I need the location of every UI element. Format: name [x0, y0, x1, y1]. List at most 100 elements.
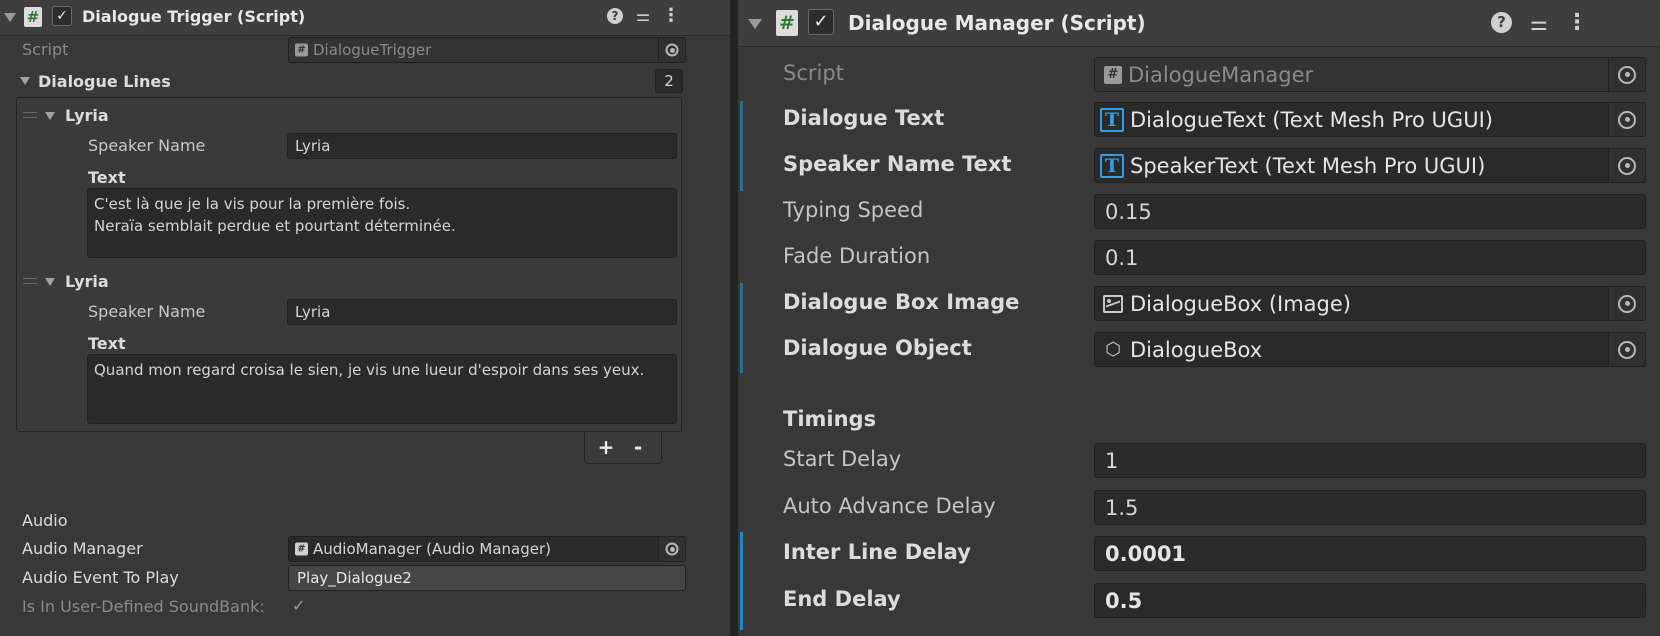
help-icon[interactable]: ? — [1491, 12, 1512, 33]
element-title: Lyria — [65, 272, 109, 291]
script-field[interactable]: # DialogueTrigger — [288, 37, 686, 63]
script-icon: # — [24, 7, 42, 27]
presets-icon[interactable]: ⚌ — [1528, 10, 1550, 36]
soundbank-checkbox[interactable]: ✓ — [292, 596, 305, 615]
speaker-name-text-value: SpeakerText (Text Mesh Pro UGUI) — [1130, 153, 1486, 178]
presets-icon[interactable]: ⚌ — [634, 6, 652, 26]
foldout-arrow-icon[interactable] — [4, 13, 16, 22]
list-add-remove-bar: + - — [584, 432, 662, 464]
cube-icon: ⬡ — [1105, 338, 1121, 360]
audio-manager-field[interactable]: # AudioManager (Audio Manager) — [288, 536, 686, 562]
object-picker-icon[interactable] — [1608, 58, 1645, 91]
dialogue-text-value: DialogueText (Text Mesh Pro UGUI) — [1130, 107, 1493, 132]
dialogue-lines-list: Lyria Speaker Name Lyria Text C'est là q… — [16, 97, 682, 432]
object-picker-icon[interactable] — [1608, 149, 1645, 182]
panel-divider[interactable] — [730, 0, 738, 636]
typing-speed-input[interactable]: 0.15 — [1094, 194, 1646, 229]
speaker-name-value: Lyria — [295, 303, 331, 321]
dialogue-object-value: DialogueBox — [1130, 337, 1263, 362]
context-menu-icon[interactable]: ⋮ — [1566, 10, 1588, 36]
end-delay-input[interactable]: 0.5 — [1094, 583, 1646, 618]
start-delay-label: Start Delay — [783, 447, 902, 471]
object-picker-icon[interactable] — [658, 537, 685, 561]
script-value: DialogueTrigger — [313, 41, 432, 59]
speaker-name-text-label: Speaker Name Text — [783, 152, 1012, 176]
component-header[interactable]: # ✓ Dialogue Manager (Script) ? ⚌ ⋮ — [738, 0, 1660, 47]
component-enabled-checkbox[interactable]: ✓ — [52, 6, 72, 26]
dialogue-lines-count[interactable]: 2 — [655, 69, 683, 93]
speaker-name-label: Speaker Name — [88, 302, 206, 321]
dialogue-text-area[interactable]: C'est là que je la vis pour la première … — [87, 188, 677, 258]
script-label: Script — [783, 61, 844, 85]
soundbank-label: Is In User-Defined SoundBank: — [22, 597, 265, 616]
fade-duration-value: 0.1 — [1105, 245, 1139, 270]
script-field[interactable]: # DialogueManager — [1094, 57, 1646, 92]
auto-advance-delay-input[interactable]: 1.5 — [1094, 490, 1646, 525]
element-foldout-icon[interactable] — [45, 112, 55, 120]
text-mesh-pro-icon: T — [1100, 107, 1124, 132]
dialogue-trigger-component: # ✓ Dialogue Trigger (Script) ? ⚌ ⋮ Scri… — [0, 0, 730, 636]
inter-line-delay-value: 0.0001 — [1105, 541, 1187, 566]
dialogue-object-label: Dialogue Object — [783, 336, 972, 360]
dialogue-lines-foldout-icon[interactable] — [20, 77, 30, 85]
drag-handle-icon[interactable] — [23, 278, 37, 284]
inter-line-delay-input[interactable]: 0.0001 — [1094, 536, 1646, 571]
dialogue-text-area[interactable]: Quand mon regard croisa le sien, je vis … — [87, 354, 677, 424]
dialogue-lines-label: Dialogue Lines — [38, 72, 171, 91]
text-label: Text — [88, 334, 126, 353]
end-delay-label: End Delay — [783, 587, 901, 611]
component-enabled-checkbox[interactable]: ✓ — [808, 9, 834, 35]
dialogue-object-field[interactable]: ⬡ DialogueBox — [1094, 332, 1646, 367]
add-element-button[interactable]: + — [594, 436, 618, 458]
element-title: Lyria — [65, 106, 109, 125]
auto-advance-delay-value: 1.5 — [1105, 495, 1139, 520]
help-icon[interactable]: ? — [607, 8, 623, 24]
object-picker-icon[interactable] — [1608, 333, 1645, 366]
audio-manager-value: AudioManager (Audio Manager) — [313, 540, 552, 558]
speaker-name-label: Speaker Name — [88, 136, 206, 155]
dialogue-manager-component: # ✓ Dialogue Manager (Script) ? ⚌ ⋮ Scri… — [738, 0, 1660, 636]
speaker-name-input[interactable]: Lyria — [287, 299, 677, 325]
start-delay-input[interactable]: 1 — [1094, 443, 1646, 478]
audio-event-label: Audio Event To Play — [22, 568, 179, 587]
audio-event-field[interactable]: Play_Dialogue2 — [288, 565, 686, 591]
speaker-name-input[interactable]: Lyria — [287, 133, 677, 159]
text-label: Text — [88, 168, 126, 187]
dialogue-box-image-label: Dialogue Box Image — [783, 290, 1020, 314]
script-label: Script — [22, 40, 69, 59]
image-icon — [1103, 294, 1123, 313]
override-marker — [740, 532, 743, 630]
component-title: Dialogue Trigger (Script) — [82, 7, 306, 26]
inter-line-delay-label: Inter Line Delay — [783, 540, 971, 564]
drag-handle-icon[interactable] — [23, 112, 37, 118]
override-marker — [740, 101, 743, 191]
component-title: Dialogue Manager (Script) — [848, 11, 1146, 35]
speaker-name-text-field[interactable]: T SpeakerText (Text Mesh Pro UGUI) — [1094, 148, 1646, 183]
script-small-icon: # — [1104, 65, 1122, 84]
dialogue-box-image-field[interactable]: DialogueBox (Image) — [1094, 286, 1646, 321]
element-foldout-icon[interactable] — [45, 278, 55, 286]
auto-advance-delay-label: Auto Advance Delay — [783, 494, 996, 518]
fade-duration-label: Fade Duration — [783, 244, 931, 268]
text-mesh-pro-icon: T — [1100, 153, 1124, 178]
speaker-name-value: Lyria — [295, 137, 331, 155]
object-picker-icon[interactable] — [1608, 287, 1645, 320]
audio-event-value: Play_Dialogue2 — [297, 569, 412, 587]
audio-manager-label: Audio Manager — [22, 539, 143, 558]
dialogue-box-image-value: DialogueBox (Image) — [1130, 291, 1351, 316]
object-picker-icon[interactable] — [1608, 103, 1645, 136]
dialogue-text-label: Dialogue Text — [783, 106, 945, 130]
script-small-icon: # — [295, 542, 308, 556]
override-marker — [740, 283, 743, 373]
context-menu-icon[interactable]: ⋮ — [662, 6, 680, 26]
component-header[interactable]: # ✓ Dialogue Trigger (Script) ? ⚌ ⋮ — [0, 0, 730, 36]
end-delay-value: 0.5 — [1105, 588, 1143, 613]
foldout-arrow-icon[interactable] — [748, 19, 762, 29]
script-small-icon: # — [295, 43, 308, 57]
dialogue-text-field[interactable]: T DialogueText (Text Mesh Pro UGUI) — [1094, 102, 1646, 137]
script-value: DialogueManager — [1128, 62, 1314, 87]
object-picker-icon[interactable] — [658, 38, 685, 62]
remove-element-button[interactable]: - — [626, 436, 650, 458]
start-delay-value: 1 — [1105, 448, 1119, 473]
fade-duration-input[interactable]: 0.1 — [1094, 240, 1646, 275]
